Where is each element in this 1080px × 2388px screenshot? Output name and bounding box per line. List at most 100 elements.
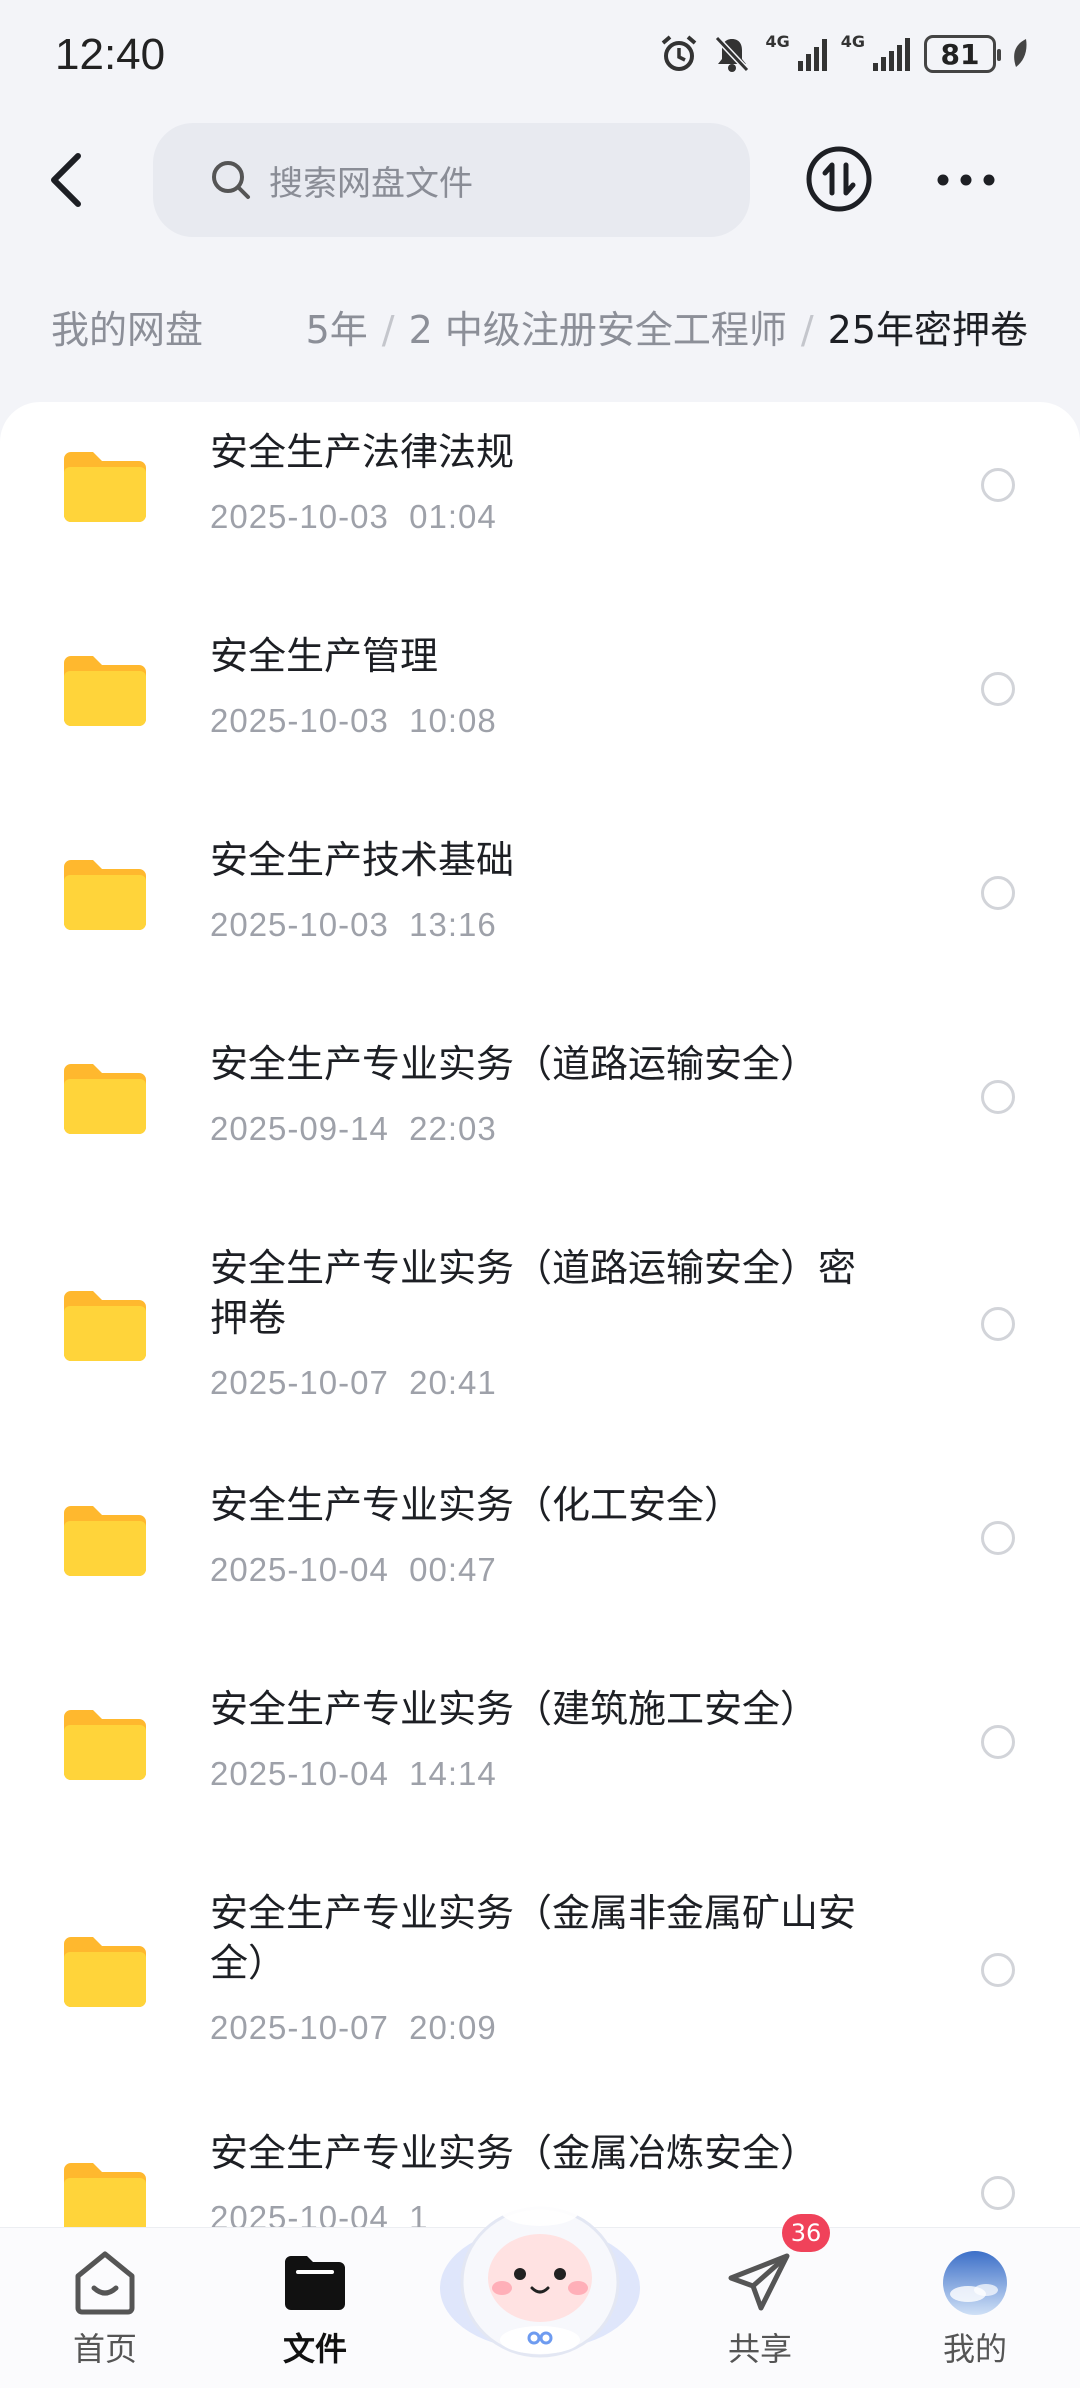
- folder-icon: [64, 1064, 146, 1134]
- file-date: 2025-10-04 14:14: [210, 1755, 497, 1793]
- select-radio[interactable]: [981, 672, 1015, 706]
- select-radio[interactable]: [981, 1521, 1015, 1555]
- search-icon: [212, 161, 250, 199]
- share-paper-plane-icon: [728, 2253, 790, 2311]
- select-radio[interactable]: [981, 1307, 1015, 1341]
- battery-indicator: 81: [924, 35, 1001, 73]
- nav-home[interactable]: 首页: [30, 2248, 180, 2370]
- folder-icon: [64, 860, 146, 930]
- top-bar: 搜索网盘文件: [0, 120, 1080, 240]
- alarm-icon: [662, 35, 697, 71]
- file-row[interactable]: 安全生产技术基础 2025-10-03 13:16: [0, 810, 1080, 1014]
- breadcrumb-partial[interactable]: 5年: [306, 308, 368, 352]
- file-date-time: 00:47: [409, 1551, 497, 1588]
- files-folder-icon: [285, 2256, 345, 2310]
- file-date: 2025-10-03 13:16: [210, 906, 497, 944]
- nav-me[interactable]: 我的: [900, 2248, 1050, 2370]
- status-time: 12:40: [55, 30, 166, 79]
- select-radio[interactable]: [981, 1725, 1015, 1759]
- file-date-day: 2025-09-14: [210, 1110, 389, 1147]
- nav-files[interactable]: 文件: [240, 2248, 390, 2370]
- select-radio[interactable]: [981, 876, 1015, 910]
- folder-icon: [64, 452, 146, 522]
- select-radio[interactable]: [981, 468, 1015, 502]
- file-list: 安全生产法律法规 2025-10-03 01:04 安全生产管理 2025-10…: [0, 402, 1080, 2227]
- breadcrumb-trail: 5年 / 2 中级注册安全工程师 / 25年密押卷: [306, 290, 1028, 370]
- file-row[interactable]: 安全生产专业实务（建筑施工安全） 2025-10-04 14:14: [0, 1672, 1080, 1876]
- share-count-badge: 36: [782, 2214, 830, 2252]
- breadcrumb-separator: /: [800, 308, 814, 352]
- status-icons: 4G 4G 81: [659, 34, 1030, 74]
- file-date-time: 01:04: [409, 498, 497, 535]
- folder-icon: [64, 1506, 146, 1576]
- file-date-time: 22:03: [409, 1110, 497, 1147]
- folder-icon: [64, 2163, 146, 2227]
- breadcrumb-root[interactable]: 我的网盘: [25, 290, 226, 370]
- file-date-day: 2025-10-07: [210, 2009, 389, 2046]
- file-date-time: 20:41: [409, 1364, 497, 1401]
- file-date: 2025-10-07 20:41: [210, 1364, 497, 1402]
- home-icon: [75, 2251, 135, 2315]
- more-options-icon[interactable]: [935, 165, 997, 195]
- file-name: 安全生产专业实务（道路运输安全）密押卷: [210, 1246, 857, 1340]
- file-row[interactable]: 安全生产专业实务（道路运输安全） 2025-09-14 22:03: [0, 1014, 1080, 1218]
- folder-icon: [64, 1937, 146, 2007]
- nav-me-label: 我的: [942, 2330, 1007, 2368]
- status-bar: 12:40 4G 4G 81: [0, 0, 1080, 110]
- back-arrow-icon[interactable]: [40, 148, 100, 212]
- select-radio[interactable]: [981, 1080, 1015, 1114]
- file-name: 安全生产管理: [210, 634, 439, 678]
- file-date: 2025-10-03 10:08: [210, 702, 497, 740]
- file-date-day: 2025-10-04: [210, 2199, 389, 2227]
- nav-files-label: 文件: [282, 2330, 347, 2368]
- nav-home-label: 首页: [72, 2330, 137, 2368]
- file-date-day: 2025-10-04: [210, 1551, 389, 1588]
- file-row[interactable]: 安全生产专业实务（化工安全） 2025-10-04 00:47: [0, 1468, 1080, 1672]
- select-radio[interactable]: [981, 2176, 1015, 2210]
- mascot-assistant-icon[interactable]: [430, 2170, 650, 2360]
- file-row[interactable]: 安全生产法律法规 2025-10-03 01:04: [0, 402, 1080, 606]
- file-date-day: 2025-10-04: [210, 1755, 389, 1792]
- file-date-day: 2025-10-07: [210, 1364, 389, 1401]
- file-date-time: 20:09: [409, 2009, 497, 2046]
- file-row[interactable]: 安全生产专业实务（金属非金属矿山安全） 2025-10-07 20:09: [0, 1876, 1080, 2116]
- file-name: 安全生产专业实务（道路运输安全）: [210, 1042, 819, 1086]
- network-type-2: 4G: [840, 32, 865, 51]
- network-type-1: 4G: [765, 32, 790, 51]
- leaf-icon: [1014, 39, 1027, 67]
- file-name: 安全生产专业实务（金属非金属矿山安全）: [210, 1891, 857, 1985]
- file-row[interactable]: 安全生产管理 2025-10-03 10:08: [0, 606, 1080, 810]
- folder-icon: [64, 1291, 146, 1361]
- file-date: 2025-10-04 1: [210, 2199, 429, 2227]
- select-radio[interactable]: [981, 1953, 1015, 1987]
- file-date: 2025-10-07 20:09: [210, 2009, 497, 2047]
- file-date-time: 1: [409, 2199, 429, 2227]
- avatar: [943, 2251, 1007, 2315]
- file-row[interactable]: 安全生产专业实务（道路运输安全）密押卷 2025-10-07 20:41: [0, 1218, 1080, 1468]
- search-bar[interactable]: 搜索网盘文件: [153, 123, 750, 237]
- breadcrumb-middle[interactable]: 2 中级注册安全工程师: [409, 308, 787, 352]
- nav-share[interactable]: 共享: [685, 2248, 835, 2370]
- breadcrumb-separator: /: [381, 308, 395, 352]
- file-date-time: 14:14: [409, 1755, 497, 1792]
- signal-icon-2: [873, 37, 910, 71]
- file-date: 2025-09-14 22:03: [210, 1110, 497, 1148]
- mute-bell-icon: [715, 35, 750, 73]
- nav-share-label: 共享: [727, 2330, 792, 2368]
- file-date: 2025-10-04 00:47: [210, 1551, 497, 1589]
- breadcrumb: 5年 / 2 中级注册安全工程师 / 25年密押卷 我的网盘: [0, 290, 1080, 370]
- file-date-time: 10:08: [409, 702, 497, 739]
- search-placeholder: 搜索网盘文件: [269, 163, 473, 204]
- breadcrumb-current: 25年密押卷: [827, 308, 1028, 352]
- folder-icon: [64, 1710, 146, 1780]
- signal-icon: [797, 37, 827, 71]
- file-name: 安全生产专业实务（建筑施工安全）: [210, 1687, 819, 1731]
- folder-icon: [64, 656, 146, 726]
- file-date: 2025-10-03 01:04: [210, 498, 497, 536]
- file-date-day: 2025-10-03: [210, 702, 389, 739]
- file-date-day: 2025-10-03: [210, 498, 389, 535]
- file-date-time: 13:16: [409, 906, 497, 943]
- file-name: 安全生产技术基础: [210, 838, 515, 882]
- transfer-icon[interactable]: [805, 145, 873, 213]
- file-name: 安全生产法律法规: [210, 430, 515, 474]
